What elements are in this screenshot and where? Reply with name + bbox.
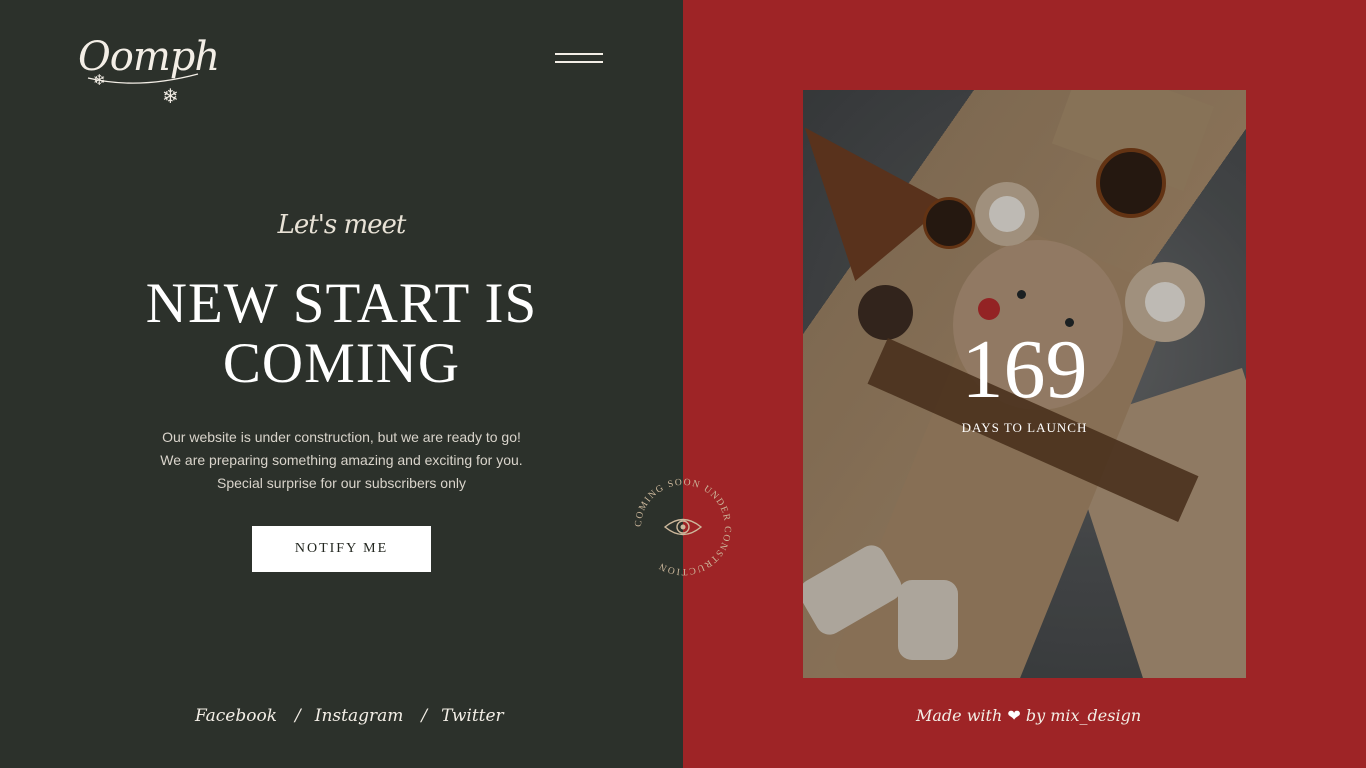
- hero-kicker: Let's meet: [277, 210, 407, 240]
- social-separator: /: [295, 706, 301, 726]
- notify-me-button[interactable]: NOTIFY ME: [252, 526, 431, 572]
- snowflake-icon: ❄: [93, 72, 106, 89]
- hero-photo: 169 DAYS TO LAUNCH: [803, 90, 1246, 678]
- countdown-value: 169: [961, 323, 1088, 416]
- hero-desc-line2: We are preparing something amazing and e…: [160, 452, 523, 468]
- social-separator: /: [421, 706, 428, 726]
- eye-icon: [663, 518, 703, 536]
- countdown: 169 DAYS TO LAUNCH: [803, 328, 1246, 436]
- hero-description: Our website is under construction, but w…: [80, 426, 603, 495]
- hero-desc-line3: Special surprise for our subscribers onl…: [217, 475, 466, 491]
- instagram-link[interactable]: Instagram: [315, 706, 404, 726]
- heart-icon: ❤: [1007, 706, 1021, 725]
- right-panel: 169 DAYS TO LAUNCH: [683, 0, 1366, 768]
- hamburger-menu-icon[interactable]: [555, 53, 603, 67]
- twitter-link[interactable]: Twitter: [441, 706, 504, 726]
- countdown-label: DAYS TO LAUNCH: [961, 420, 1088, 435]
- logo[interactable]: Oomph ❄ ❄: [78, 34, 220, 108]
- coming-soon-badge: COMING SOON UNDER CONSTRUCTION: [633, 477, 732, 577]
- hero-title-line2: COMING: [222, 332, 461, 395]
- hero: Let's meet NEW START IS COMING Our websi…: [80, 210, 603, 572]
- facebook-link[interactable]: Facebook: [195, 706, 277, 726]
- credit-prefix: Made with: [916, 706, 1003, 725]
- credit-suffix[interactable]: by mix_design: [1026, 706, 1141, 725]
- social-links: Facebook / Instagram / Twitter: [195, 706, 504, 726]
- hero-title: NEW START IS COMING: [80, 274, 603, 394]
- credit: Made with ❤ by mix_design: [916, 706, 1141, 725]
- left-panel: Oomph ❄ ❄ Let's meet NEW START IS COMING…: [0, 0, 683, 768]
- snowflake-icon: ❄: [162, 86, 179, 108]
- hero-title-line1: NEW START IS: [145, 272, 538, 335]
- hero-desc-line1: Our website is under construction, but w…: [162, 429, 521, 445]
